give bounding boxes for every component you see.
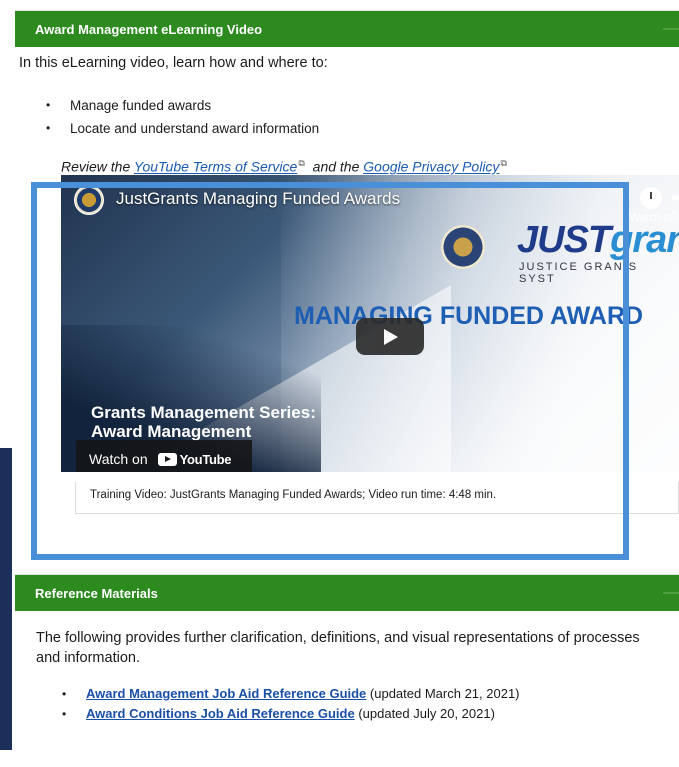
collapse-icon[interactable] xyxy=(663,28,679,30)
collapse-icon[interactable] xyxy=(663,592,679,594)
share-button[interactable]: ➦ Shar xyxy=(671,187,679,221)
background-sidebar-strip xyxy=(0,448,12,750)
review-terms-line: Review the YouTube Terms of Service⧉ and… xyxy=(61,158,511,175)
review-prefix: Review the xyxy=(61,158,131,175)
list-item: Locate and understand award information xyxy=(46,117,319,140)
reference-list: Award Management Job Aid Reference Guide… xyxy=(62,684,520,724)
elearning-panel-title: Award Management eLearning Video xyxy=(35,21,263,37)
reference-note: (updated March 21, 2021) xyxy=(366,686,520,701)
youtube-terms-link[interactable]: YouTube Terms of Service xyxy=(134,159,297,175)
highlight-box xyxy=(31,182,629,560)
reference-panel-header[interactable]: Reference Materials xyxy=(15,575,679,611)
elearning-panel-header[interactable]: Award Management eLearning Video xyxy=(15,11,679,47)
list-item: Award Conditions Job Aid Reference Guide… xyxy=(62,704,520,724)
reference-note: (updated July 20, 2021) xyxy=(354,706,495,721)
external-link-icon: ⧉ xyxy=(500,158,507,168)
elearning-bullet-list: Manage funded awards Locate and understa… xyxy=(46,94,319,140)
external-link-icon: ⧉ xyxy=(298,158,305,168)
clock-icon xyxy=(640,187,662,209)
list-item: Award Management Job Aid Reference Guide… xyxy=(62,684,520,704)
reference-panel-title: Reference Materials xyxy=(35,585,158,601)
award-conditions-job-aid-link[interactable]: Award Conditions Job Aid Reference Guide xyxy=(86,706,355,721)
google-privacy-link[interactable]: Google Privacy Policy xyxy=(363,159,499,175)
share-icon: ➦ xyxy=(671,187,679,209)
reference-description: The following provides further clarifica… xyxy=(36,630,640,666)
award-management-job-aid-link[interactable]: Award Management Job Aid Reference Guide xyxy=(86,686,366,701)
review-middle: and the xyxy=(312,158,360,175)
elearning-intro: In this eLearning video, learn how and w… xyxy=(19,55,328,71)
list-item: Manage funded awards xyxy=(46,94,319,117)
